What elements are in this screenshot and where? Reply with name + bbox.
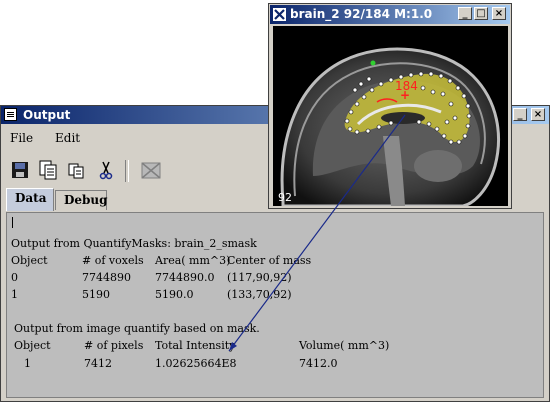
table1-cell: 5190 [82, 288, 110, 301]
table1-cell: 7744890 [82, 271, 131, 284]
save-icon[interactable] [9, 158, 31, 182]
table2-cell: 7412 [84, 357, 112, 370]
minimize-icon[interactable]: _ [513, 108, 527, 121]
table1-cell: (133,70,92) [227, 288, 292, 301]
table1-cell: 1 [11, 288, 18, 301]
tab-data[interactable]: Data [6, 188, 54, 211]
table2-cell: 1.02625664E8 [155, 357, 237, 370]
output-text-area[interactable]: Output from QuantifyMasks: brain_2_smask… [6, 212, 544, 398]
mri-image-canvas[interactable]: 184 + 92 [273, 26, 508, 208]
window-icon [4, 108, 17, 121]
section1-title: Output from QuantifyMasks: brain_2_smask [11, 237, 257, 250]
image-window-title: brain_2 92/184 M:1.0 [290, 7, 433, 21]
section2-title: Output from image quantify based on mask… [14, 322, 260, 335]
table2-header: # of pixels [84, 339, 144, 352]
minimize-icon[interactable]: _ [458, 7, 472, 20]
close-icon[interactable]: × [492, 7, 506, 20]
table1-header: Area( mm^3) [155, 254, 231, 267]
table2-header: Total Intensity [155, 339, 236, 352]
paste-icon[interactable] [65, 158, 87, 182]
table1-cell: 7744890.0 [155, 271, 215, 284]
table2-cell: 1 [24, 357, 31, 370]
tab-debug[interactable]: Debug [55, 190, 108, 210]
crosshair-icon: + [400, 88, 411, 102]
close-icon[interactable]: × [531, 108, 545, 121]
toolbar-separator [125, 160, 129, 182]
table2-header: Volume( mm^3) [299, 339, 390, 352]
table2-cell: 7412.0 [299, 357, 338, 370]
table1-header: # of voxels [82, 254, 144, 267]
menu-edit[interactable]: Edit [55, 131, 80, 145]
menu-file[interactable]: File [10, 131, 33, 145]
table2-header: Object [14, 339, 51, 352]
clear-icon[interactable] [139, 158, 161, 182]
table1-cell: (117,90,92) [227, 271, 292, 284]
table1-cell: 5190.0 [155, 288, 194, 301]
output-window-title: Output [23, 108, 71, 122]
table1-header: Object [11, 254, 48, 267]
image-window: brain_2 92/184 M:1.0 _ □ × 184 + 92 [268, 3, 512, 209]
cut-icon[interactable] [95, 158, 117, 182]
maximize-icon[interactable]: □ [474, 7, 488, 20]
text-caret [12, 217, 13, 228]
slice-number-label: 92 [278, 191, 292, 204]
app-x-icon [273, 8, 286, 21]
copy-icon[interactable] [37, 158, 59, 182]
image-titlebar[interactable]: brain_2 92/184 M:1.0 _ □ × [270, 5, 510, 24]
table1-cell: 0 [11, 271, 18, 284]
table1-header: Center of mass [227, 254, 312, 267]
mri-slice-image [280, 47, 501, 208]
